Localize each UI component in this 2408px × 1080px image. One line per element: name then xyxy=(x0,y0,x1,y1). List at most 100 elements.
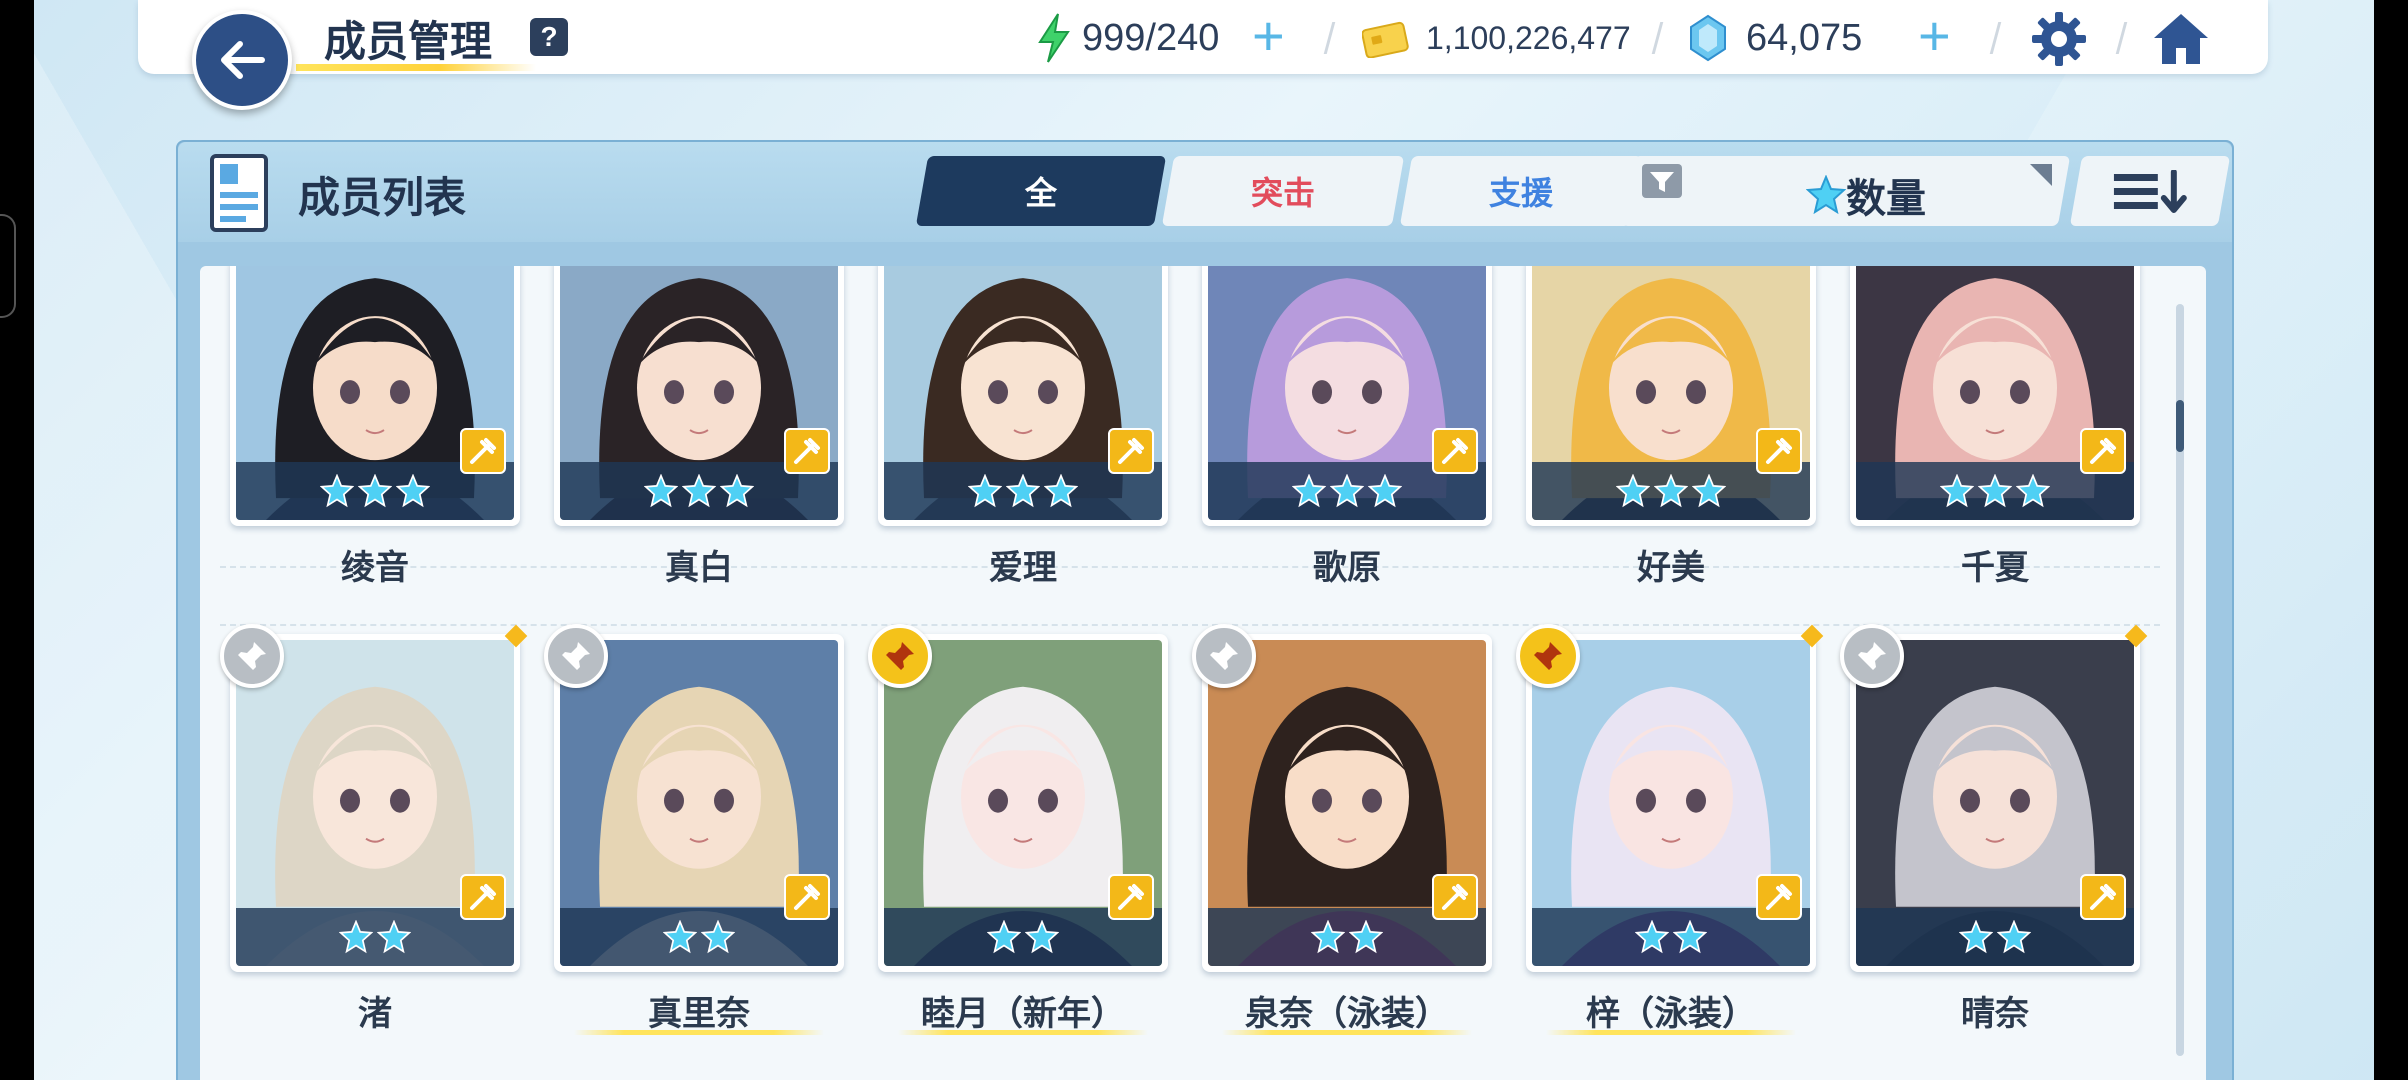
name-underline xyxy=(574,1030,824,1035)
member-name: 梓（泳装） xyxy=(1586,995,1756,1033)
star-icon xyxy=(1978,474,2012,508)
sort-criterion: 数量 xyxy=(1806,166,1926,224)
member-card[interactable]: 绫音 xyxy=(230,266,520,596)
member-name: 好美 xyxy=(1637,549,1705,587)
member-card[interactable]: 渚 xyxy=(220,624,528,1042)
star-icon xyxy=(1330,474,1364,508)
home-icon[interactable] xyxy=(2150,10,2212,68)
star-icon xyxy=(1959,920,1993,954)
gems-value: 64,075 xyxy=(1746,16,1863,59)
system-edge-tab[interactable] xyxy=(0,214,16,318)
member-card-frame xyxy=(554,266,844,526)
striker-role-icon xyxy=(784,428,830,474)
sort-criterion-label: 数量 xyxy=(1846,177,1926,221)
member-card-frame xyxy=(230,266,520,526)
striker-role-icon xyxy=(1756,874,1802,920)
star-icon xyxy=(1940,474,1974,508)
star-icon xyxy=(1806,175,1846,215)
credit-card-icon xyxy=(1362,21,1409,58)
member-name: 千夏 xyxy=(1961,549,2029,587)
member-card[interactable]: 爱理 xyxy=(878,266,1168,596)
name-underline xyxy=(1222,1030,1472,1035)
member-card-frame xyxy=(1526,634,1816,972)
member-card[interactable]: 歌原 xyxy=(1202,266,1492,596)
member-card[interactable]: 睦月（新年） xyxy=(868,624,1168,1042)
gems-counter: 64,075 xyxy=(1746,10,1862,66)
member-portrait xyxy=(560,640,838,966)
member-card-frame xyxy=(230,634,520,972)
back-button[interactable] xyxy=(192,10,292,110)
star-icon xyxy=(1349,920,1383,954)
tab-all[interactable]: 全 xyxy=(915,156,1167,226)
member-card[interactable]: 千夏 xyxy=(1850,266,2140,596)
member-name: 泉奈（泳装） xyxy=(1245,995,1449,1033)
filter-funnel-icon[interactable] xyxy=(1642,164,1682,198)
pin-icon[interactable] xyxy=(220,624,284,688)
member-card-frame xyxy=(1202,266,1492,526)
tab-striker[interactable]: 突击 xyxy=(1161,156,1405,226)
ap-add-button[interactable]: + xyxy=(1252,8,1285,64)
arrow-left-icon xyxy=(221,41,265,79)
member-card[interactable]: 梓（泳装） xyxy=(1516,624,1824,1042)
tab-all-label: 全 xyxy=(1024,175,1057,211)
member-portrait xyxy=(884,266,1162,520)
star-icon xyxy=(1368,474,1402,508)
member-name: 歌原 xyxy=(1313,549,1381,587)
pin-icon[interactable] xyxy=(1840,624,1904,688)
pin-icon[interactable] xyxy=(544,624,608,688)
member-management-screen: 成员管理 ? 999/240 + 1,100,226,477 64,075 + xyxy=(34,0,2374,1080)
scrollbar-thumb[interactable] xyxy=(2176,400,2184,452)
member-card[interactable]: 真里奈 xyxy=(544,624,844,1042)
member-portrait xyxy=(1856,640,2134,966)
member-card-frame xyxy=(1526,266,1816,526)
member-portrait xyxy=(1532,266,1810,520)
member-name: 晴奈 xyxy=(1961,995,2029,1033)
member-card[interactable]: 真白 xyxy=(554,266,844,596)
star-icon xyxy=(1635,920,1669,954)
pin-icon[interactable] xyxy=(868,624,932,688)
scrollbar[interactable] xyxy=(2176,304,2184,1056)
star-icon xyxy=(1311,920,1345,954)
striker-role-icon xyxy=(1108,428,1154,474)
star-icon xyxy=(663,920,697,954)
star-icon xyxy=(644,474,678,508)
star-icon xyxy=(1616,474,1650,508)
member-grid[interactable]: 绫音 真白 爱理 歌原 好美 千夏渚 真里奈 睦月（新年） 泉奈（泳装） 梓（泳装） 晴奈 xyxy=(200,266,2206,1080)
member-card-frame xyxy=(878,634,1168,972)
member-card[interactable]: 晴奈 xyxy=(1840,624,2148,1042)
member-portrait xyxy=(560,266,838,520)
member-card[interactable]: 好美 xyxy=(1526,266,1816,596)
star-icon xyxy=(1292,474,1326,508)
gear-icon[interactable] xyxy=(2030,10,2088,68)
crystal-icon xyxy=(1690,14,1726,62)
member-card-frame xyxy=(1850,634,2140,972)
striker-role-icon xyxy=(2080,428,2126,474)
striker-role-icon xyxy=(1432,428,1478,474)
pin-icon[interactable] xyxy=(1192,624,1256,688)
member-portrait xyxy=(1208,266,1486,520)
star-icon xyxy=(1673,920,1707,954)
name-underline xyxy=(1546,1030,1796,1035)
star-icon xyxy=(358,474,392,508)
sort-descending-icon xyxy=(2113,170,2187,213)
gems-add-button[interactable]: + xyxy=(1918,8,1951,64)
member-card[interactable]: 泉奈（泳装） xyxy=(1192,624,1492,1042)
page-title: 成员管理 xyxy=(324,18,493,65)
member-name: 爱理 xyxy=(989,549,1057,587)
striker-role-icon xyxy=(1756,428,1802,474)
sort-filter-button[interactable]: 数量 xyxy=(1621,156,2071,226)
star-icon xyxy=(339,920,373,954)
tab-support[interactable]: 支援 xyxy=(1399,156,1643,226)
member-card-frame xyxy=(878,266,1168,526)
pin-icon[interactable] xyxy=(1516,624,1580,688)
star-icon xyxy=(1006,474,1040,508)
star-icon xyxy=(2016,474,2050,508)
credits-counter: 1,100,226,477 xyxy=(1426,10,1631,66)
star-icon xyxy=(1025,920,1059,954)
member-name: 睦月（新年） xyxy=(921,995,1125,1033)
help-button[interactable]: ? xyxy=(530,18,568,56)
star-icon xyxy=(720,474,754,508)
member-name: 真里奈 xyxy=(648,995,750,1033)
member-card-frame xyxy=(1850,266,2140,526)
sort-order-button[interactable] xyxy=(2069,156,2231,226)
